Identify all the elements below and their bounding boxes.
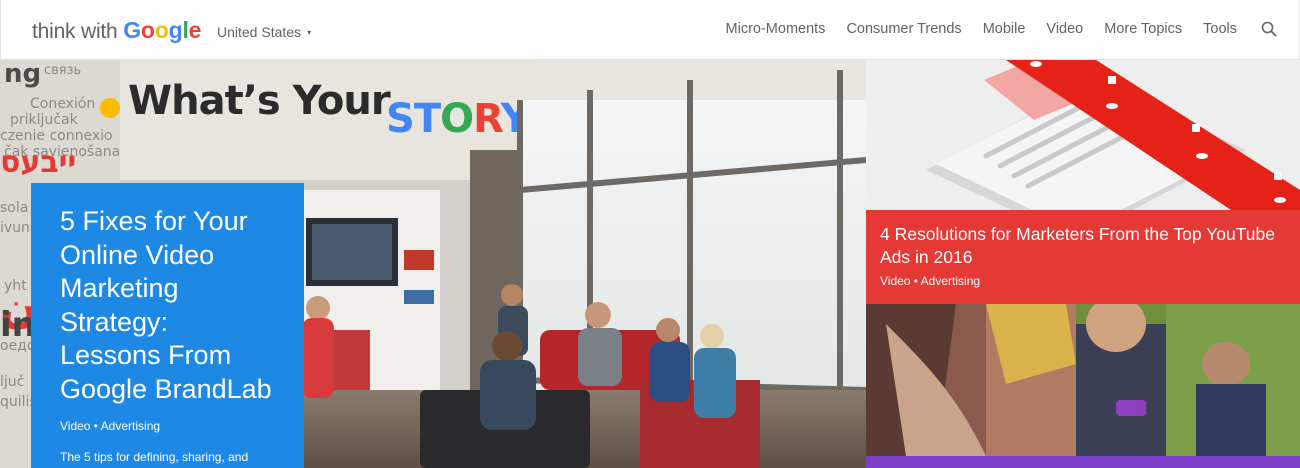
main-nav: Micro-Moments Consumer Trends Mobile Vid… [705,21,1277,37]
svg-text:priključak: priključak [10,112,79,128]
chevron-down-icon: ▾ [307,28,312,37]
article-tags-resolutions: Video • Advertising [880,274,981,288]
article-card-purple[interactable] [866,456,1300,468]
hero-article-description: The 5 tips for defining, sharing, and [60,450,249,464]
article-card-resolutions-text[interactable]: 4 Resolutions for Marketers From the Top… [866,210,1300,304]
logo-google: Google [123,17,202,43]
search-icon[interactable] [1261,21,1277,37]
svg-text:sola: sola [0,200,28,216]
article-card-mobile-teens[interactable] [866,304,1300,456]
svg-text:ייבעס: ייבעס [0,145,76,180]
hero-article-card[interactable]: 5 Fixes for Your Online Video Marketing … [31,183,304,468]
svg-text:ng: ng [4,60,41,89]
think-with-google-logo[interactable]: think with Google [32,16,201,46]
svg-text:ljuč: ljuč [0,374,24,390]
nav-micro-moments[interactable]: Micro-Moments [726,21,826,37]
region-selector[interactable]: United States ▾ [217,24,311,40]
hero-article-tags: Video • Advertising [60,419,161,433]
hero-feature[interactable]: ng связь Conexión priključak czenie conn… [0,60,866,468]
svg-text:What’s Your: What’s Your [128,78,391,124]
nav-video[interactable]: Video [1046,21,1083,37]
region-label: United States [217,24,302,40]
hero-article-title[interactable]: 5 Fixes for Your Online Video Marketing … [60,205,276,406]
article-card-resolutions[interactable]: 4 Resolutions for Marketers From the Top… [866,60,1300,304]
nav-more-topics[interactable]: More Topics [1104,21,1182,37]
nav-consumer-trends[interactable]: Consumer Trends [846,21,961,37]
svg-text:Conexión: Conexión [30,96,95,112]
nav-mobile[interactable]: Mobile [983,21,1026,37]
article-title-resolutions[interactable]: 4 Resolutions for Marketers From the Top… [880,223,1286,269]
logo-prefix: think with [32,20,124,43]
side-articles: 4 Resolutions for Marketers From the Top… [866,60,1300,468]
nav-tools[interactable]: Tools [1203,21,1237,37]
svg-text:ivun: ivun [0,220,30,236]
article-image-youtube-ads [866,60,1300,210]
site-header: think with Google United States ▾ Micro-M… [0,0,1300,60]
svg-text:связь: связь [44,63,81,78]
article-image-teens-phones [866,304,1300,456]
svg-text:czenie connexio: czenie connexio [0,128,113,144]
